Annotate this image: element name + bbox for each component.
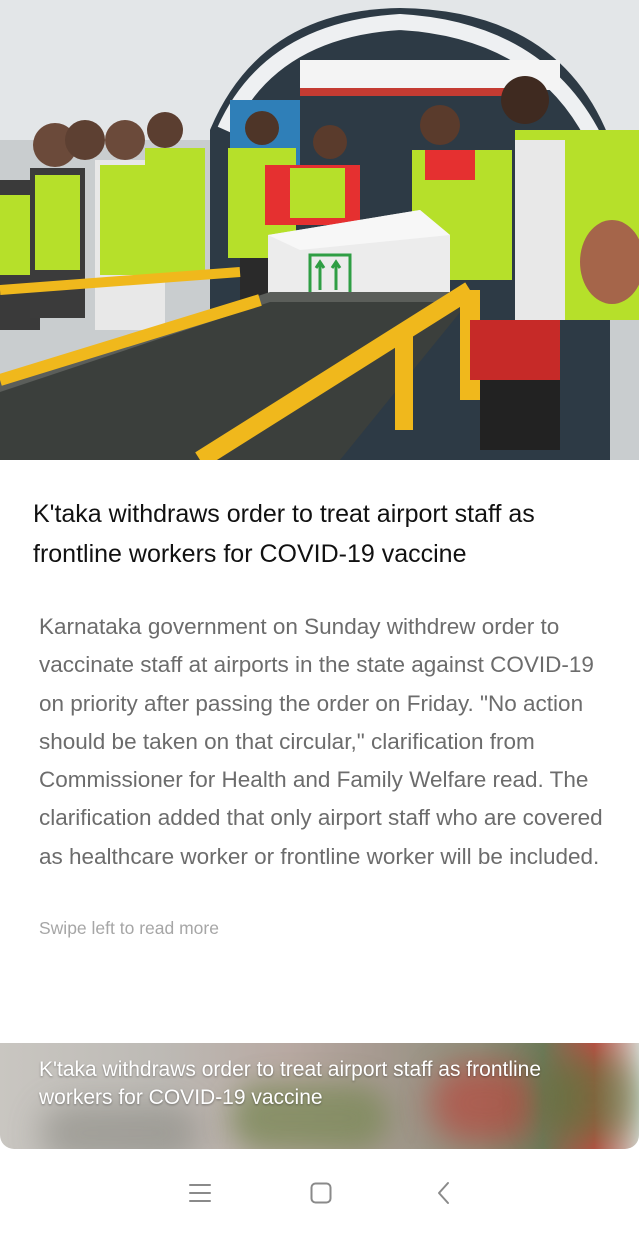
article-photo-illustration bbox=[0, 0, 639, 460]
back-icon bbox=[438, 1182, 449, 1204]
article-image bbox=[0, 0, 639, 460]
home-button[interactable] bbox=[306, 1178, 336, 1208]
next-story-title: K'taka withdraws order to treat airport … bbox=[39, 1058, 542, 1109]
menu-button[interactable] bbox=[185, 1178, 215, 1208]
menu-icon bbox=[189, 1184, 211, 1202]
next-story-banner[interactable]: K'taka withdraws order to treat airport … bbox=[0, 1043, 639, 1149]
swipe-hint: Swipe left to read more bbox=[39, 918, 219, 938]
system-navigation-bar bbox=[0, 1150, 639, 1234]
home-icon bbox=[310, 1182, 332, 1204]
back-button[interactable] bbox=[429, 1178, 459, 1208]
article-headline: K'taka withdraws order to treat airport … bbox=[33, 500, 535, 568]
article-summary: Karnataka government on Sunday withdrew … bbox=[39, 614, 603, 869]
